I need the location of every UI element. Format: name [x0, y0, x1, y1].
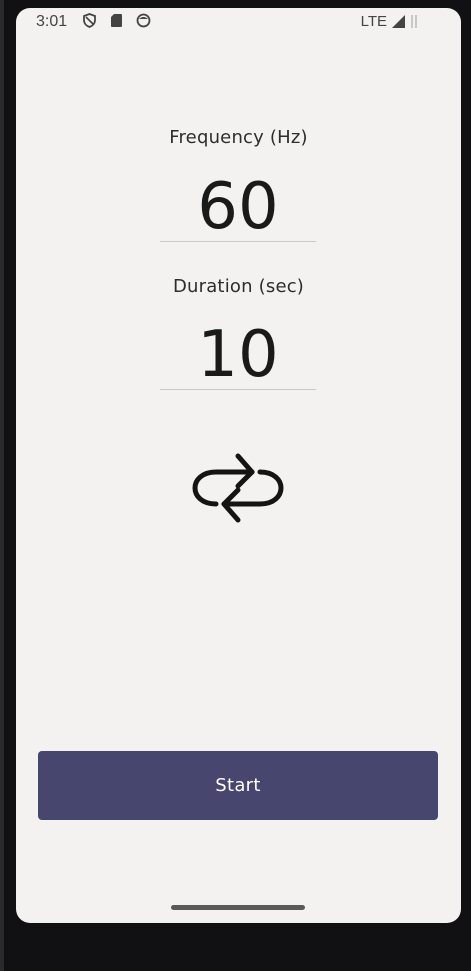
status-right-group: LTE [361, 13, 425, 30]
frequency-underline [160, 241, 316, 242]
start-button-label: Start [215, 775, 261, 796]
home-indicator[interactable] [171, 905, 305, 910]
sync-app-icon [136, 13, 151, 28]
sd-card-icon [109, 13, 124, 28]
duration-underline [160, 389, 316, 390]
frequency-input[interactable] [160, 174, 316, 240]
status-notification-icons [82, 13, 151, 28]
device-frame: 3:01 LTE Frequency (Hz) 60 Duration (sec… [0, 0, 471, 971]
status-bar: 3:01 LTE [16, 8, 461, 38]
app-screen: 3:01 LTE Frequency (Hz) 60 Duration (sec… [16, 8, 461, 923]
duration-label: Duration (sec) [172, 276, 305, 297]
start-button[interactable]: Start [38, 751, 438, 820]
signal-icon [391, 14, 406, 29]
network-type-label: LTE [360, 13, 387, 30]
repeat-toggle-button[interactable] [190, 450, 286, 530]
status-time: 3:01 [36, 13, 68, 30]
battery-icon [410, 14, 425, 29]
duration-input[interactable] [160, 322, 316, 388]
repeat-icon [192, 448, 284, 532]
shield-icon [82, 13, 97, 28]
frequency-label: Frequency (Hz) [169, 127, 308, 148]
